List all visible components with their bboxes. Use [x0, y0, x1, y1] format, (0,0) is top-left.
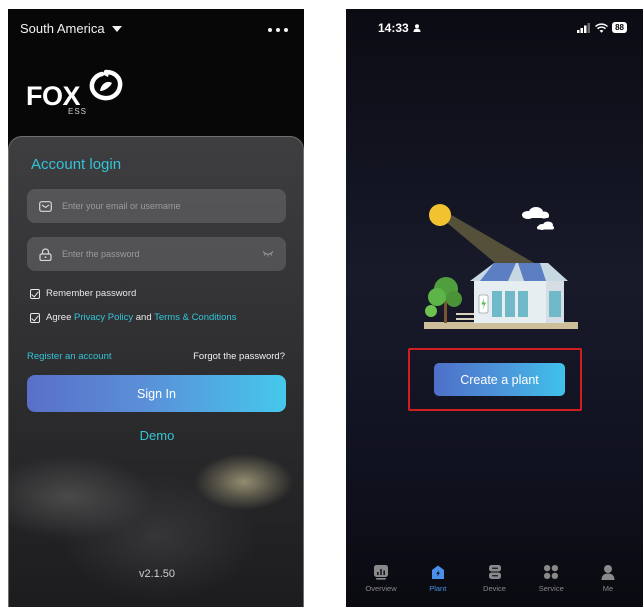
- agree-terms-row[interactable]: Agree Privacy Policy and Terms & Conditi…: [30, 312, 236, 323]
- remember-checkbox[interactable]: [30, 288, 40, 299]
- agree-prefix: Agree: [46, 312, 72, 323]
- tab-me[interactable]: Me: [583, 555, 633, 607]
- plant-icon: [431, 565, 444, 579]
- fox-logo-icon: [89, 69, 123, 101]
- login-screen: South America FOX ESS Account login Ente…: [8, 9, 304, 607]
- person-status-icon: [413, 24, 421, 32]
- status-time: 14:33: [378, 21, 421, 35]
- agree-checkbox[interactable]: [30, 312, 40, 323]
- region-label: South America: [20, 21, 105, 36]
- privacy-policy-link[interactable]: Privacy Policy: [74, 312, 133, 323]
- tab-label: Overview: [365, 584, 397, 593]
- more-options-icon[interactable]: [268, 28, 288, 32]
- signal-icon: [577, 22, 591, 33]
- password-field[interactable]: [27, 237, 286, 271]
- email-input[interactable]: [62, 201, 252, 211]
- version-label: v2.1.50: [138, 568, 176, 580]
- logo: FOX ESS: [26, 69, 136, 119]
- person-icon: [601, 565, 615, 580]
- forgot-password-link[interactable]: Forgot the password?: [193, 351, 285, 362]
- solar-house-illustration: [424, 204, 578, 329]
- register-link[interactable]: Register an account: [27, 351, 112, 362]
- terms-link[interactable]: Terms & Conditions: [154, 312, 236, 323]
- login-card: Account login Remember password: [8, 136, 304, 607]
- caret-down-icon: [111, 26, 122, 32]
- remember-label: Remember password: [46, 288, 137, 299]
- battery-indicator: 88: [612, 22, 627, 33]
- chart-icon: [374, 565, 388, 580]
- region-selector[interactable]: South America: [20, 21, 122, 36]
- eye-closed-icon[interactable]: [262, 250, 274, 257]
- plant-screen: 14:33 88 Create a plant Overview Plant D…: [346, 9, 643, 607]
- remember-password-row[interactable]: Remember password: [30, 288, 136, 299]
- mail-icon: [39, 200, 52, 212]
- service-icon: [544, 565, 559, 579]
- wifi-icon: [595, 22, 609, 33]
- email-field[interactable]: [27, 189, 286, 223]
- sign-in-button[interactable]: Sign In: [27, 375, 286, 412]
- tab-overview[interactable]: Overview: [356, 555, 406, 607]
- tab-label: Device: [483, 584, 506, 593]
- card-title: Account login: [31, 156, 122, 173]
- tab-label: Me: [602, 584, 614, 593]
- tab-device[interactable]: Device: [470, 555, 520, 607]
- tab-service[interactable]: Service: [526, 555, 576, 607]
- status-icons: 88: [577, 22, 627, 33]
- tab-label: Plant: [429, 584, 447, 593]
- password-input[interactable]: [62, 249, 252, 259]
- demo-link[interactable]: Demo: [9, 428, 304, 443]
- tab-bar: Overview Plant Device Service Me: [346, 555, 643, 607]
- time-label: 14:33: [378, 21, 409, 35]
- device-icon: [488, 565, 501, 579]
- create-plant-button[interactable]: Create a plant: [434, 363, 565, 396]
- lock-icon: [39, 247, 52, 261]
- top-bar: South America: [8, 9, 304, 49]
- tab-label: Service: [538, 584, 564, 593]
- tab-plant[interactable]: Plant: [413, 555, 463, 607]
- logo-sub: ESS: [68, 107, 88, 116]
- and-text: and: [135, 312, 152, 323]
